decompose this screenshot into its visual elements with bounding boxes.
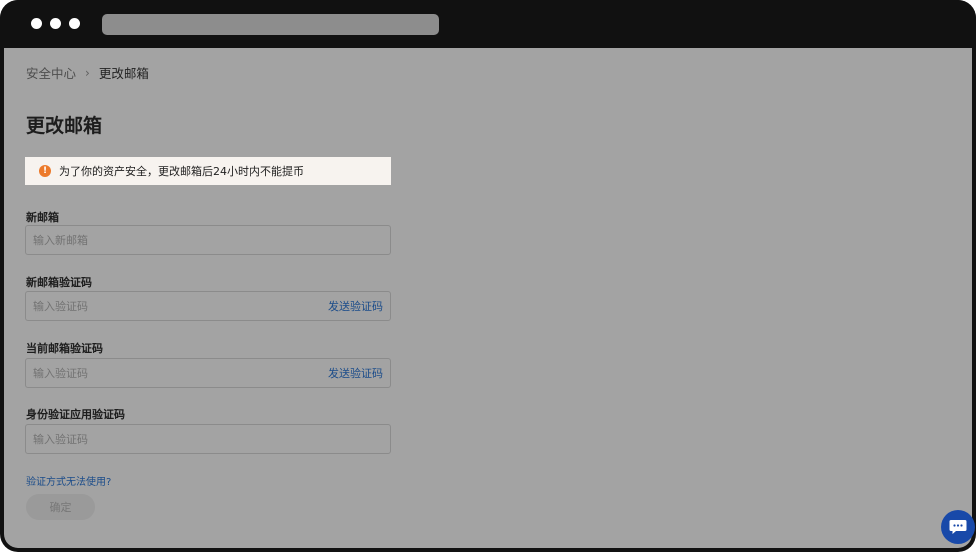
- new-email-code-label: 新邮箱验证码: [26, 276, 92, 289]
- warning-icon: !: [39, 165, 51, 177]
- breadcrumb-current: 更改邮箱: [98, 66, 149, 81]
- new-email-input[interactable]: [26, 232, 285, 248]
- send-new-email-code-button[interactable]: 发送验证码: [328, 298, 383, 314]
- new-email-code-field-box: 发送验证码: [25, 291, 391, 321]
- breadcrumb-security-center[interactable]: 安全中心: [26, 63, 76, 82]
- authenticator-code-label: 身份验证应用验证码: [26, 408, 125, 421]
- new-email-code-input[interactable]: [26, 298, 285, 314]
- window-titlebar: [0, 0, 976, 48]
- new-email-field-box: [25, 225, 391, 255]
- current-email-code-input[interactable]: [26, 365, 285, 381]
- page-title: 更改邮箱: [26, 115, 103, 137]
- security-notice: ! 为了你的资产安全，更改邮箱后24小时内不能提币: [25, 157, 391, 185]
- notice-text: 为了你的资产安全，更改邮箱后24小时内不能提币: [59, 165, 304, 178]
- verification-unavailable-link[interactable]: 验证方式无法使用?: [26, 473, 111, 488]
- current-email-code-field-box: 发送验证码: [25, 358, 391, 388]
- chevron-right-icon: ›: [85, 65, 90, 80]
- breadcrumb: 安全中心 › 更改邮箱: [26, 63, 149, 82]
- chat-support-button[interactable]: [941, 510, 975, 544]
- send-current-email-code-button[interactable]: 发送验证码: [328, 365, 383, 381]
- window-dot-icon[interactable]: [69, 18, 80, 29]
- current-email-code-label: 当前邮箱验证码: [26, 342, 103, 355]
- chat-bubble-icon: [949, 520, 967, 534]
- address-bar[interactable]: [102, 14, 439, 35]
- confirm-button[interactable]: 确定: [26, 494, 95, 520]
- window-dot-icon[interactable]: [50, 18, 61, 29]
- new-email-label: 新邮箱: [26, 211, 59, 224]
- page-content: 安全中心 › 更改邮箱 更改邮箱 ! 为了你的资产安全，更改邮箱后24小时内不能…: [4, 48, 972, 548]
- window-dot-icon[interactable]: [31, 18, 42, 29]
- authenticator-code-input[interactable]: [26, 431, 285, 447]
- authenticator-code-field-box: [25, 424, 391, 454]
- browser-window: 安全中心 › 更改邮箱 更改邮箱 ! 为了你的资产安全，更改邮箱后24小时内不能…: [0, 0, 976, 552]
